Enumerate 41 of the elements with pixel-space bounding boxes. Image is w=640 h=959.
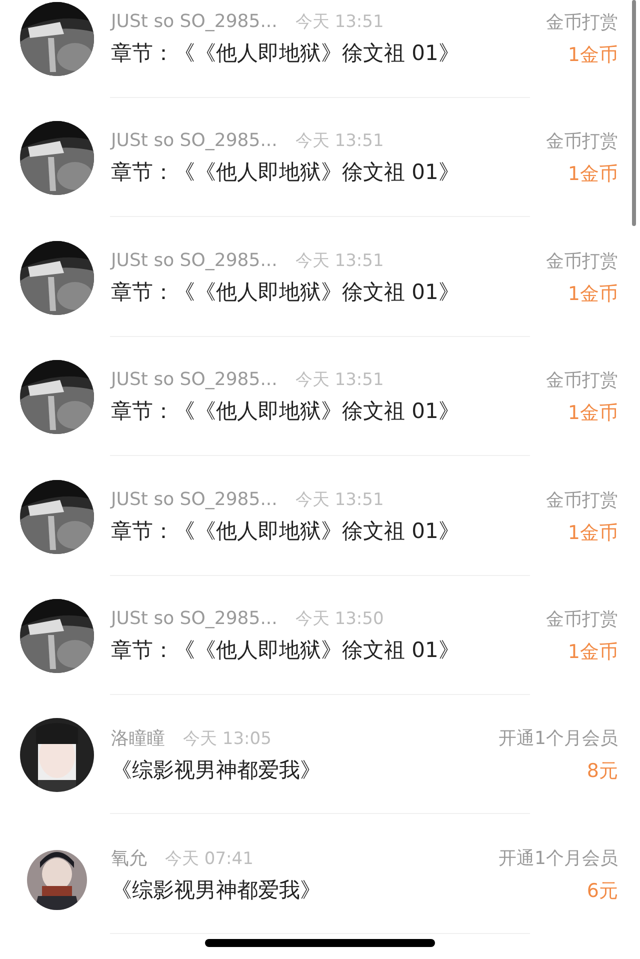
- reward-type: 金币打赏: [546, 250, 618, 273]
- timestamp: 今天 13:51: [295, 488, 384, 511]
- reward-type: 开通1个月会员: [498, 846, 618, 870]
- amount: 1金币: [568, 282, 618, 307]
- timestamp: 今天 13:05: [183, 728, 272, 750]
- amount: 1金币: [568, 43, 618, 68]
- amount: 1金币: [568, 401, 618, 426]
- book-title: 章节：《《他人即地狱》徐文祖 01》: [111, 398, 460, 426]
- book-title: 《综影视男神都爱我》: [111, 757, 322, 784]
- user-name: JUSt so SO_2985...: [111, 488, 278, 510]
- timestamp: 今天 07:41: [165, 848, 254, 870]
- amount: 1金币: [568, 520, 618, 546]
- user-name: JUSt so SO_2985...: [111, 608, 278, 629]
- user-name: JUSt so SO_2985...: [111, 130, 278, 152]
- book-title: 《综影视男神都爱我》: [111, 876, 322, 904]
- reward-type: 金币打赏: [546, 130, 618, 154]
- reward-type: 金币打赏: [546, 608, 618, 631]
- reward-type: 金币打赏: [546, 488, 618, 512]
- user-name: 氧允: [111, 846, 147, 870]
- amount: 1金币: [568, 640, 618, 665]
- book-title: 章节：《《他人即地狱》徐文祖 01》: [111, 40, 460, 67]
- user-name: JUSt so SO_2985...: [111, 369, 278, 390]
- amount: 1金币: [568, 162, 618, 188]
- book-title: 章节：《《他人即地狱》徐文祖 01》: [111, 159, 460, 186]
- reward-type: 开通1个月会员: [498, 727, 618, 750]
- timestamp: 今天 13:51: [295, 11, 384, 33]
- timestamp: 今天 13:51: [295, 250, 384, 272]
- reward-type: 金币打赏: [546, 11, 618, 34]
- book-title: 章节：《《他人即地狱》徐文祖 01》: [111, 518, 460, 545]
- amount: 6元: [586, 878, 618, 904]
- amount: 8元: [586, 759, 618, 784]
- home-indicator[interactable]: [205, 939, 435, 947]
- reward-type: 金币打赏: [546, 369, 618, 392]
- user-name: JUSt so SO_2985...: [111, 250, 278, 271]
- timestamp: 今天 13:50: [295, 608, 384, 630]
- book-title: 章节：《《他人即地狱》徐文祖 01》: [111, 636, 460, 664]
- book-title: 章节：《《他人即地狱》徐文祖 01》: [111, 278, 460, 306]
- user-name: 洛瞳瞳: [111, 727, 165, 750]
- timestamp: 今天 13:51: [295, 130, 384, 152]
- user-name: JUSt so SO_2985...: [111, 11, 278, 32]
- timestamp: 今天 13:51: [295, 369, 384, 392]
